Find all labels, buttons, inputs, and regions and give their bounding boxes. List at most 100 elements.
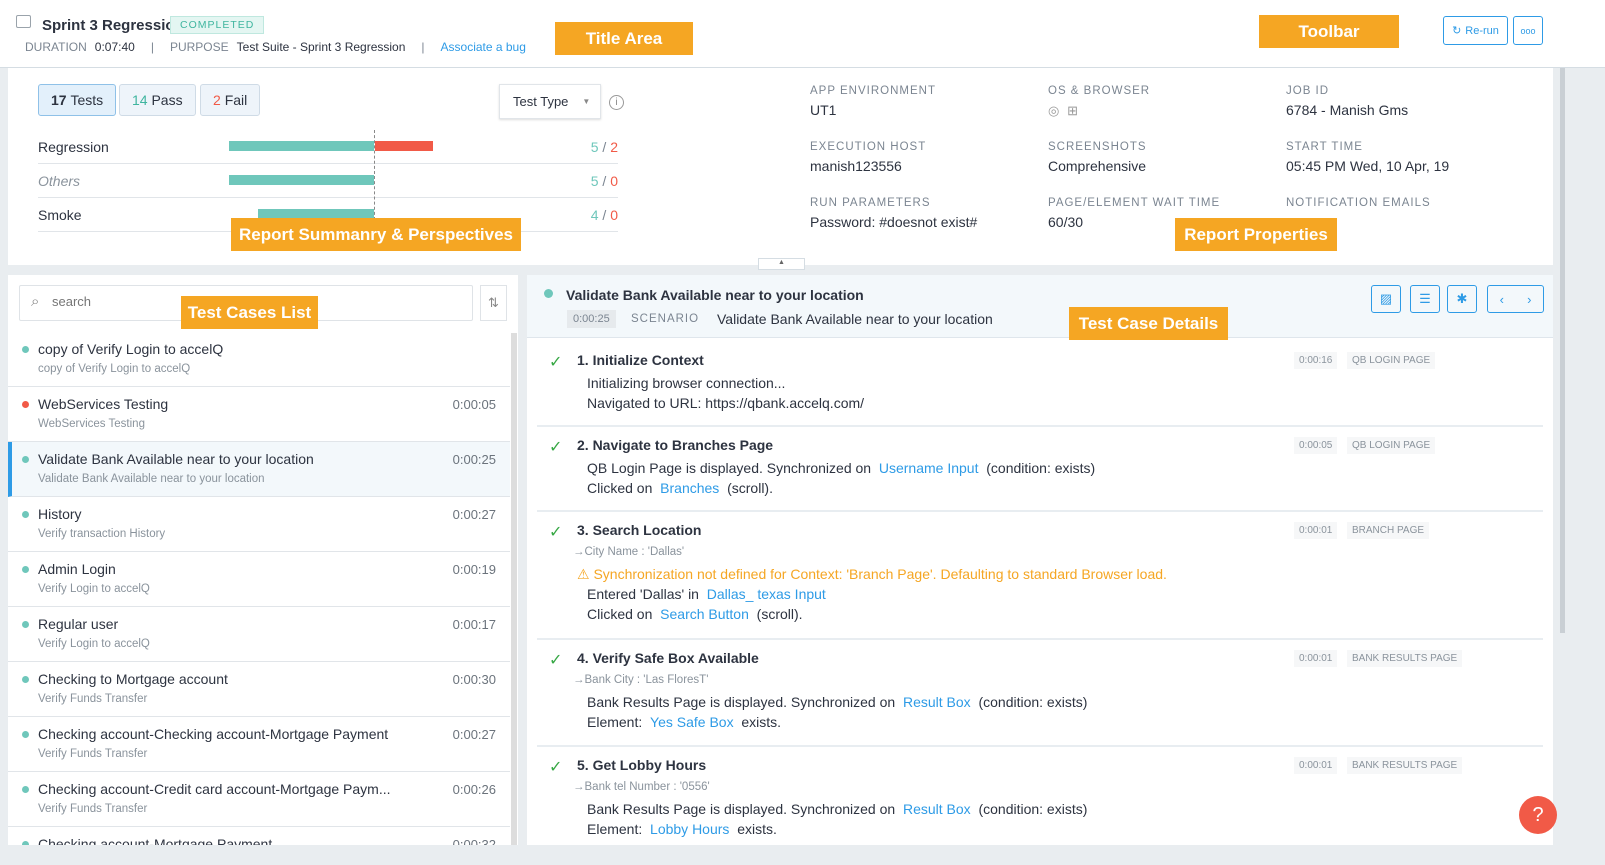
property-label: START TIME xyxy=(1286,141,1363,153)
rerun-button[interactable]: ↻ Re-run xyxy=(1443,16,1508,45)
test-step[interactable]: ✓ 3. Search Location 0:00:01 BRANCH PAGE… xyxy=(537,512,1543,640)
sort-button[interactable]: ⇅ xyxy=(480,285,507,321)
bug-button[interactable]: ✱ xyxy=(1447,285,1477,313)
test-case-subtitle: Verify transaction History xyxy=(38,528,166,540)
perspective-row[interactable]: Others 5 / 0 xyxy=(38,164,618,198)
fail-count: 0 xyxy=(610,207,618,223)
element-link[interactable]: Result Box xyxy=(903,801,971,817)
step-text: exists. xyxy=(737,821,777,837)
step-text: QB Login Page is displayed. Synchronized… xyxy=(587,460,872,476)
list-view-button[interactable]: ☰ xyxy=(1410,285,1440,313)
step-parameter: →Bank City : 'Las FloresT' xyxy=(573,674,709,686)
test-case-title: Checking account-Mortgage Payment xyxy=(38,836,273,845)
step-title: 1. Initialize Context xyxy=(577,352,704,368)
purpose-label: PURPOSE xyxy=(169,40,229,54)
search-input[interactable] xyxy=(52,294,192,309)
chevron-left-icon[interactable]: ‹ xyxy=(1500,292,1504,307)
property-label: PAGE/ELEMENT WAIT TIME xyxy=(1048,197,1221,209)
slash: / xyxy=(602,139,607,155)
callout-details: Test Case Details xyxy=(1069,307,1228,340)
element-link[interactable]: Branches xyxy=(660,480,719,496)
collapse-summary-toggle[interactable]: ▲ xyxy=(758,258,805,270)
test-case-duration: 0:00:27 xyxy=(452,507,496,522)
step-line: Bank Results Page is displayed. Synchron… xyxy=(587,694,1087,710)
callout-list: Test Cases List xyxy=(181,296,318,329)
screenshot-button[interactable]: ▨ xyxy=(1371,285,1401,313)
tests-count: 17 xyxy=(51,92,67,108)
group-by-select[interactable]: Test Type ▼ xyxy=(499,84,601,119)
slash: / xyxy=(602,207,607,223)
test-case-duration: 0:00:17 xyxy=(452,617,496,632)
step-parameter: →Bank tel Number : '0556' xyxy=(573,781,710,793)
element-link[interactable]: Search Button xyxy=(660,606,749,622)
chevron-right-icon[interactable]: › xyxy=(1527,292,1531,307)
scenario-label: SCENARIO xyxy=(631,313,700,325)
element-link[interactable]: Username Input xyxy=(879,460,979,476)
help-button[interactable]: ? xyxy=(1519,796,1557,834)
test-case-duration: 0:00:26 xyxy=(452,782,496,797)
test-step[interactable]: ✓ 5. Get Lobby Hours 0:00:01 BANK RESULT… xyxy=(537,747,1543,845)
details-header: Validate Bank Available near to your loc… xyxy=(527,275,1553,338)
test-case-item[interactable]: Validate Bank Available near to your loc… xyxy=(8,442,510,497)
test-case-item[interactable]: History Verify transaction History 0:00:… xyxy=(8,497,510,552)
step-duration: 0:00:16 xyxy=(1294,352,1338,369)
property-label: APP ENVIRONMENT xyxy=(810,85,936,97)
slash: / xyxy=(602,173,607,189)
property: START TIME 05:45 PM Wed, 10 Apr, 19 xyxy=(1286,141,1449,174)
step-title: 5. Get Lobby Hours xyxy=(577,757,707,773)
step-duration: 0:00:05 xyxy=(1294,437,1338,454)
search-icon: ⌕ xyxy=(31,293,40,310)
associate-bug-link[interactable]: Associate a bug xyxy=(441,40,526,54)
caret-down-icon: ▼ xyxy=(582,97,591,106)
element-link[interactable]: Result Box xyxy=(903,694,971,710)
step-text: Element: xyxy=(587,821,643,837)
check-icon: ✓ xyxy=(549,524,563,541)
list-scrollbar[interactable] xyxy=(511,333,517,845)
test-step[interactable]: ✓ 1. Initialize Context 0:00:16 QB LOGIN… xyxy=(537,342,1543,427)
test-case-item[interactable]: copy of Verify Login to accelQ copy of V… xyxy=(8,332,510,387)
list-icon: ☰ xyxy=(1419,291,1431,306)
status-dot xyxy=(22,621,29,628)
property-value: 60/30 xyxy=(1048,214,1084,230)
prev-next-nav[interactable]: ‹ › xyxy=(1487,285,1544,313)
test-case-title: Validate Bank Available near to your loc… xyxy=(38,451,314,467)
perspective-name: Regression xyxy=(38,139,109,155)
step-line: Clicked on Branches (scroll). xyxy=(587,480,773,496)
element-link[interactable]: Lobby Hours xyxy=(650,821,729,837)
test-case-item[interactable]: Checking account-Credit card account-Mor… xyxy=(8,772,510,827)
tests-filter[interactable]: 17 Tests xyxy=(38,84,117,116)
warning-message: ⚠ Synchronization not defined for Contex… xyxy=(577,566,1167,582)
test-case-title: Admin Login xyxy=(38,561,116,577)
status-badge: COMPLETED xyxy=(170,16,265,34)
test-case-item[interactable]: Checking to Mortgage account Verify Fund… xyxy=(8,662,510,717)
more-button[interactable]: ooo xyxy=(1513,16,1543,45)
property-value: Comprehensive xyxy=(1048,158,1147,174)
bar-chart-baseline xyxy=(374,130,375,220)
test-case-item[interactable]: WebServices Testing WebServices Testing … xyxy=(8,387,510,442)
test-case-title: Checking account-Credit card account-Mor… xyxy=(38,781,391,797)
status-dot xyxy=(22,511,29,518)
step-line: Initializing browser connection... xyxy=(587,375,786,391)
step-text: (condition: exists) xyxy=(978,801,1088,817)
step-title: 4. Verify Safe Box Available xyxy=(577,650,759,666)
info-icon[interactable]: i xyxy=(609,95,624,110)
test-case-item[interactable]: Admin Login Verify Login to accelQ 0:00:… xyxy=(8,552,510,607)
page-scrollbar[interactable] xyxy=(1560,68,1565,633)
property: SCREENSHOTS Comprehensive xyxy=(1048,141,1147,174)
property-value: Password: #doesnot exist# xyxy=(810,214,978,230)
perspective-name: Smoke xyxy=(38,207,82,223)
test-case-item[interactable]: Checking account-Checking account-Mortga… xyxy=(8,717,510,772)
step-page-tag: BANK RESULTS PAGE xyxy=(1347,650,1463,667)
property: JOB ID 6784 - Manish Gms xyxy=(1286,85,1408,118)
perspective-row[interactable]: Regression 5 / 2 xyxy=(38,130,618,164)
test-case-item[interactable]: Regular user Verify Login to accelQ 0:00… xyxy=(8,607,510,662)
test-case-subtitle: Verify Login to accelQ xyxy=(38,583,150,595)
pass-filter[interactable]: 14 Pass xyxy=(119,84,196,116)
element-link[interactable]: Yes Safe Box xyxy=(650,714,734,730)
test-step[interactable]: ✓ 2. Navigate to Branches Page 0:00:05 Q… xyxy=(537,427,1543,512)
test-case-item[interactable]: Checking account-Mortgage Payment 0:00:3… xyxy=(8,827,510,845)
scenario-value: Validate Bank Available near to your loc… xyxy=(717,311,993,327)
test-step[interactable]: ✓ 4. Verify Safe Box Available 0:00:01 B… xyxy=(537,640,1543,747)
element-link[interactable]: Dallas_ texas Input xyxy=(707,586,826,602)
fail-filter[interactable]: 2 Fail xyxy=(200,84,261,116)
